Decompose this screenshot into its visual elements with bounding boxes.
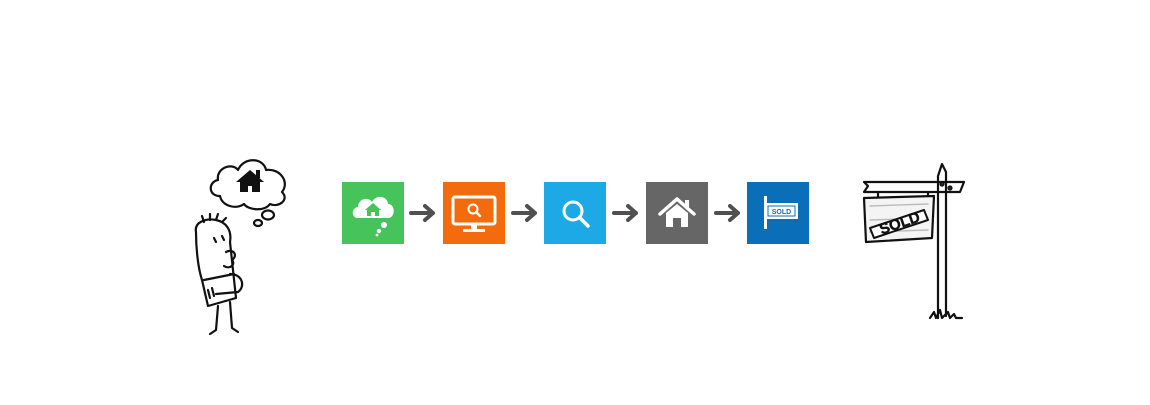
- step-sold: SOLD: [747, 182, 809, 244]
- process-diagram: SOLD SOLD: [0, 0, 1150, 405]
- tile-sold-label: SOLD: [772, 209, 791, 216]
- arrow-right-icon: [714, 203, 744, 223]
- step-dream-home: [342, 182, 404, 244]
- cloud-house-icon: [342, 182, 404, 244]
- step-search: [544, 182, 606, 244]
- arrow-right-icon: [511, 203, 541, 223]
- house-icon: [646, 182, 708, 244]
- step-home: [646, 182, 708, 244]
- sold-sign-icon: SOLD: [747, 182, 809, 244]
- sold-sign-post-icon: SOLD: [862, 162, 966, 320]
- arrow-right-icon: [409, 203, 439, 223]
- magnifier-icon: [544, 182, 606, 244]
- step-online-search: [443, 182, 505, 244]
- process-steps: SOLD: [342, 182, 812, 244]
- monitor-search-icon: [443, 182, 505, 244]
- arrow-right-icon: [612, 203, 642, 223]
- thinking-man-icon: [194, 159, 286, 336]
